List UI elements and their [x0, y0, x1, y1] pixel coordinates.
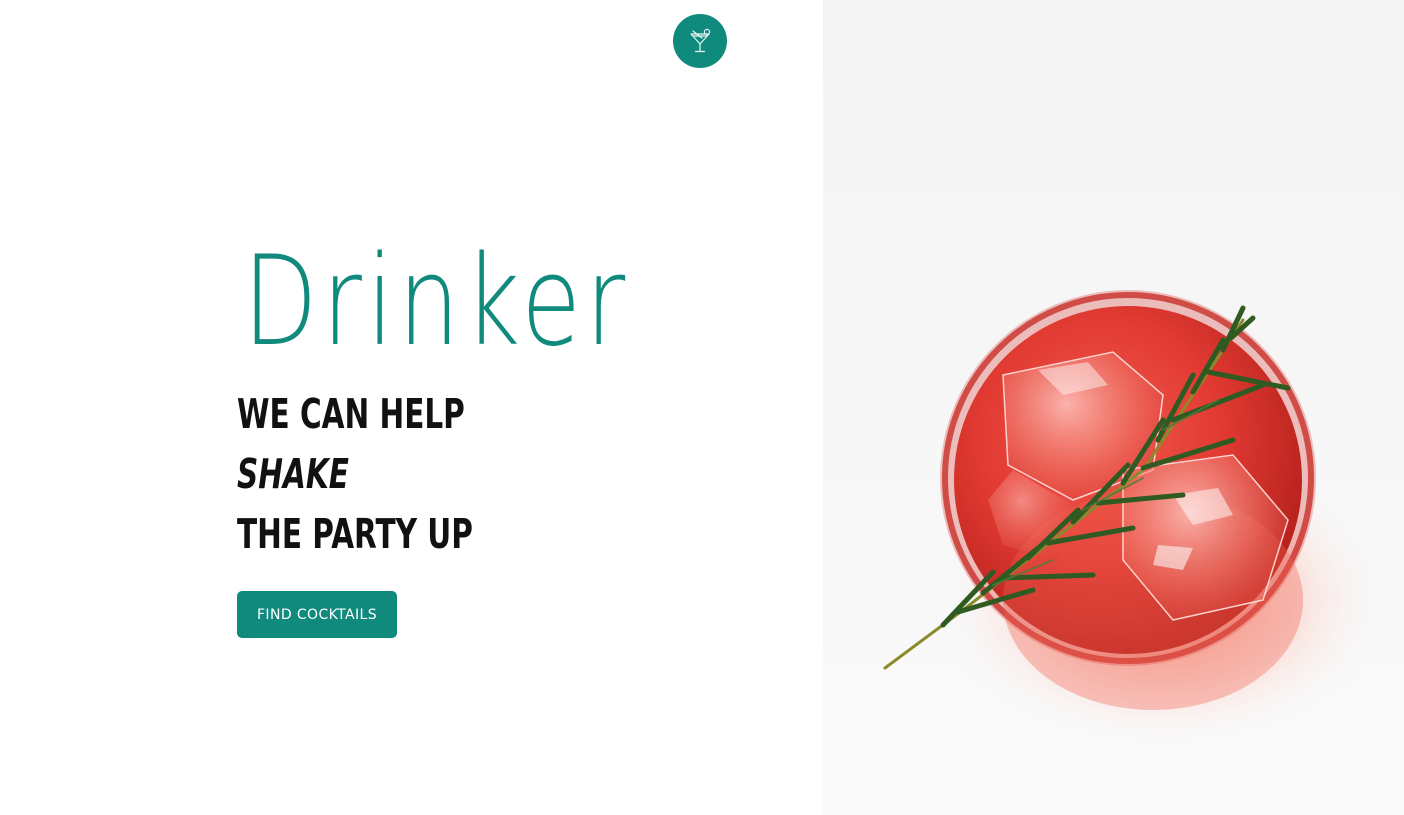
find-cocktails-button[interactable]: FIND COCKTAILS	[237, 591, 397, 638]
tagline-line-1: WE CAN HELP	[237, 390, 465, 438]
logo-link[interactable]	[673, 14, 727, 68]
hero-photo	[823, 0, 1404, 815]
brand-wordmark: Drinker	[243, 230, 631, 374]
cocktail-glass-icon	[690, 28, 711, 53]
hero-tagline: WE CAN HELP SHAKE THE PARTY UP	[237, 384, 473, 564]
landing-page: Drinker WE CAN HELP SHAKE THE PARTY UP F…	[0, 0, 1404, 815]
tagline-line-2: SHAKE	[237, 450, 349, 498]
tagline-line-3: THE PARTY UP	[237, 510, 473, 558]
red-cocktail-with-rosemary-photo	[883, 290, 1393, 750]
